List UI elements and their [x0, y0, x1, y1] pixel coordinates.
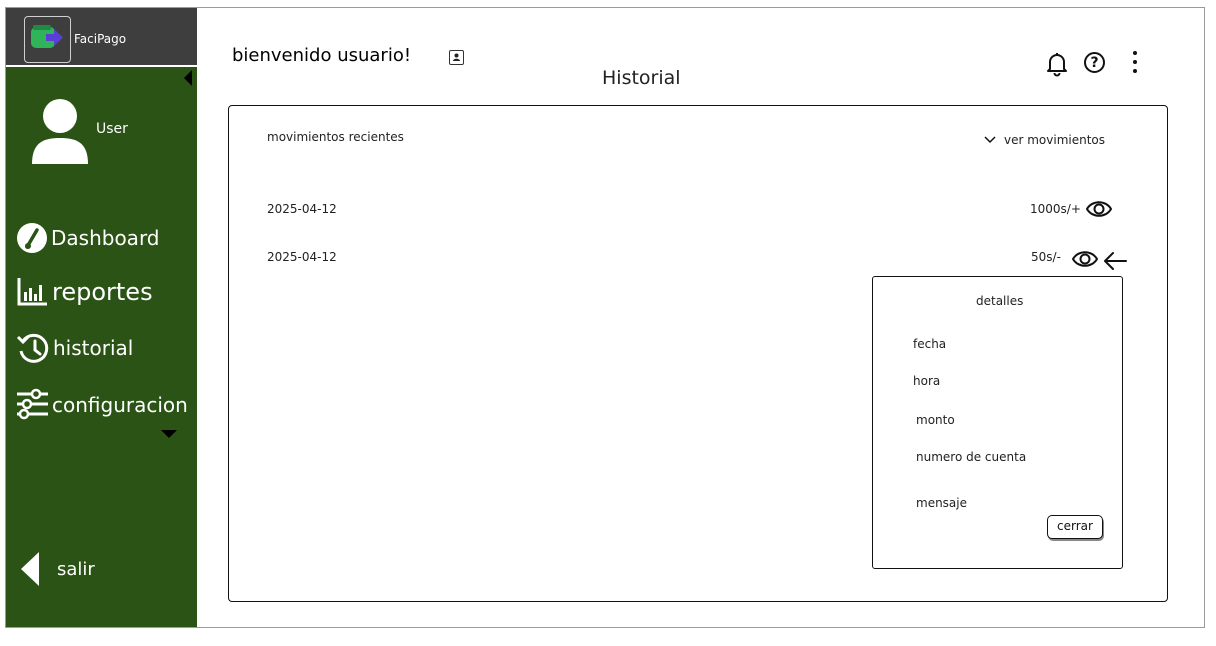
sidebar-item-label: historial [53, 336, 134, 360]
sliders-icon [17, 388, 48, 420]
user-icon [32, 99, 88, 164]
details-field-hora: hora [913, 374, 941, 388]
history-icon [16, 333, 49, 363]
app-logo [24, 16, 71, 63]
logout-button[interactable]: salir [21, 552, 95, 586]
wallet-icon [31, 25, 63, 48]
details-popup: detalles fecha hora monto numero de cuen… [872, 276, 1123, 569]
chevron-down-icon[interactable] [161, 430, 177, 438]
sidebar: FaciPago User Dashboard reportes histori… [6, 8, 197, 627]
details-field-monto: monto [916, 413, 955, 427]
sidebar-item-reportes[interactable]: reportes [16, 276, 153, 307]
recent-movements-title: movimientos recientes [267, 130, 404, 144]
movement-amount: 50s/- [1031, 250, 1061, 264]
welcome-message: bienvenido usuario! [232, 45, 412, 66]
user-avatar[interactable] [31, 98, 89, 168]
movement-date: 2025-04-12 [267, 202, 337, 216]
bell-icon[interactable] [1045, 51, 1069, 77]
close-button[interactable]: cerrar [1047, 515, 1103, 539]
eye-icon[interactable] [1086, 198, 1112, 220]
person-icon [453, 53, 460, 61]
bar-chart-icon [17, 278, 47, 306]
arrow-left-icon[interactable] [1103, 251, 1127, 271]
speedometer-icon [17, 223, 47, 253]
details-field-mensaje: mensaje [916, 496, 967, 510]
movement-date: 2025-04-12 [267, 250, 337, 264]
view-movements-toggle[interactable]: ver movimientos [984, 133, 1105, 147]
sidebar-item-label: configuracion [52, 392, 188, 417]
details-field-fecha: fecha [913, 337, 947, 351]
view-movements-label: ver movimientos [1004, 133, 1106, 147]
logout-label: salir [57, 558, 95, 580]
back-triangle-icon [21, 552, 39, 586]
logo-bar: FaciPago [6, 8, 197, 67]
sidebar-item-configuracion[interactable]: configuracion [16, 388, 188, 421]
sidebar-item-historial[interactable]: historial [16, 331, 133, 365]
eye-icon[interactable] [1072, 248, 1098, 270]
page-title: Historial [602, 67, 681, 89]
details-title: detalles [976, 294, 1024, 308]
help-icon[interactable]: ? [1084, 52, 1105, 73]
details-field-numero-cuenta: numero de cuenta [916, 450, 1027, 464]
movement-amount: 1000s/+ [1030, 202, 1081, 216]
app-window: FaciPago User Dashboard reportes histori… [5, 7, 1205, 628]
more-options-icon[interactable] [1127, 51, 1142, 76]
profile-card-icon[interactable] [449, 50, 464, 65]
chevron-down-icon [984, 136, 996, 144]
user-name: User [96, 121, 128, 137]
sidebar-item-label: Dashboard [51, 226, 160, 250]
app-name: FaciPago [74, 32, 127, 46]
sidebar-item-label: reportes [52, 277, 153, 306]
sidebar-item-dashboard[interactable]: Dashboard [16, 222, 160, 254]
collapse-sidebar-icon[interactable] [184, 70, 192, 86]
